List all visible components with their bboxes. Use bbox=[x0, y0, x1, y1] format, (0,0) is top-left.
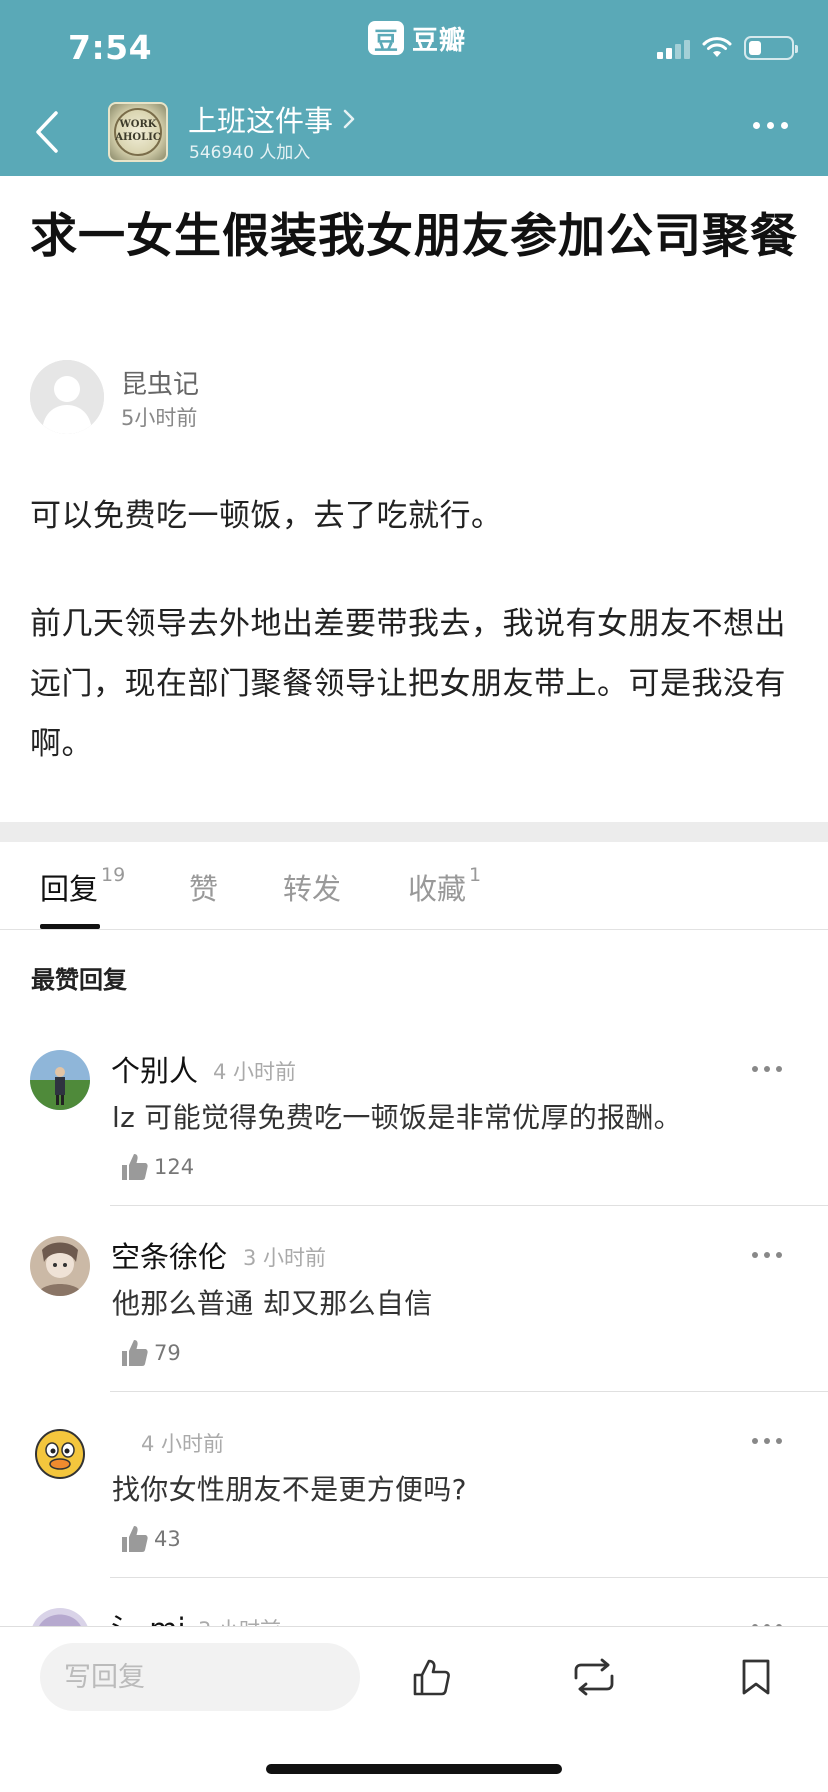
thumbs-up-icon bbox=[122, 1154, 148, 1180]
douban-logo-icon: 豆 bbox=[368, 21, 404, 55]
thumbs-up-outline-icon bbox=[413, 1659, 450, 1696]
bookmark-button[interactable] bbox=[730, 1651, 782, 1703]
reshare-button[interactable] bbox=[568, 1651, 620, 1703]
cellular-signal-icon bbox=[657, 37, 690, 59]
tab-reshares[interactable]: 转发 bbox=[283, 866, 344, 908]
more-options-button[interactable] bbox=[753, 122, 788, 129]
comment-divider bbox=[110, 1391, 828, 1392]
comment-time: 4 小时前 bbox=[141, 1432, 225, 1456]
comment-divider bbox=[110, 1577, 828, 1578]
home-indicator bbox=[266, 1764, 562, 1774]
tab-likes[interactable]: 赞 bbox=[189, 866, 221, 908]
author-avatar[interactable] bbox=[30, 360, 104, 434]
section-divider bbox=[0, 822, 828, 842]
commenter-name[interactable]: 个别人 bbox=[111, 1048, 198, 1090]
comment-text: 他那么普通 却又那么自信 bbox=[112, 1287, 433, 1320]
comment-more-button[interactable] bbox=[752, 1252, 782, 1258]
post-paragraph: 可以免费吃一顿饭，去了吃就行。 bbox=[30, 498, 503, 534]
reply-input[interactable] bbox=[40, 1643, 360, 1711]
thumbs-up-icon bbox=[122, 1340, 148, 1366]
chevron-right-icon bbox=[343, 109, 355, 129]
app-brand: 豆 豆瓣 bbox=[368, 20, 466, 56]
top-replies-heading: 最赞回复 bbox=[31, 966, 127, 994]
back-button[interactable] bbox=[22, 104, 72, 160]
comment-like-button[interactable]: 43 bbox=[120, 1524, 181, 1554]
group-name: 上班这件事 bbox=[188, 104, 334, 138]
status-icons bbox=[657, 36, 798, 60]
group-logo[interactable]: WORK AHOLIC bbox=[108, 102, 168, 162]
commenter-avatar[interactable] bbox=[30, 1236, 90, 1296]
status-time: 7:54 bbox=[68, 28, 153, 67]
reaction-tabs: 回复 19 赞 转发 收藏 1 bbox=[0, 842, 828, 930]
thumbs-up-icon bbox=[122, 1526, 148, 1552]
post-paragraph: 前几天领导去外地出差要带我去，我说有女朋友不想出远门，现在部门聚餐领导让把女朋友… bbox=[30, 606, 786, 762]
like-count: 79 bbox=[154, 1341, 181, 1365]
tab-replies[interactable]: 回复 19 bbox=[40, 864, 125, 908]
comment-text: 找你女性朋友不是更方便吗? bbox=[112, 1473, 467, 1506]
default-user-icon bbox=[30, 360, 104, 434]
author-name[interactable]: 昆虫记 bbox=[121, 364, 199, 401]
comment-divider bbox=[110, 1205, 828, 1206]
comment-more-button[interactable] bbox=[752, 1066, 782, 1072]
battery-icon bbox=[744, 36, 798, 60]
wifi-icon bbox=[702, 37, 732, 57]
comment-item: 空条徐伦 3 小时前 他那么普通 却又那么自信 79 bbox=[0, 1236, 828, 1422]
comment-more-button[interactable] bbox=[752, 1438, 782, 1444]
bookmark-icon bbox=[742, 1659, 770, 1695]
commenter-name[interactable]: 空条徐伦 bbox=[111, 1234, 227, 1276]
post-time: 5小时前 bbox=[121, 406, 198, 430]
group-member-count: 546940 人加入 bbox=[189, 143, 311, 163]
post-title: 求一女生假装我女朋友参加公司聚餐 bbox=[30, 209, 798, 264]
brand-name: 豆瓣 bbox=[412, 25, 467, 56]
comment-time: 3 小时前 bbox=[243, 1246, 327, 1270]
comment-like-button[interactable]: 124 bbox=[120, 1152, 194, 1182]
comment-item: 个别人 4 小时前 lz 可能觉得免费吃一顿饭是非常优厚的报酬。 124 bbox=[0, 1050, 828, 1236]
repost-icon bbox=[574, 1658, 614, 1696]
like-count: 124 bbox=[154, 1155, 195, 1179]
comment-time: 4 小时前 bbox=[213, 1060, 297, 1084]
group-title-link[interactable]: 上班这件事 bbox=[188, 98, 355, 140]
active-tab-indicator bbox=[40, 924, 100, 929]
comment-like-button[interactable]: 79 bbox=[120, 1338, 181, 1368]
battery-level bbox=[749, 41, 761, 55]
like-count: 43 bbox=[154, 1527, 181, 1551]
tab-collections[interactable]: 收藏 1 bbox=[408, 864, 481, 908]
commenter-avatar[interactable] bbox=[30, 1422, 90, 1482]
post-body: 可以免费吃一顿饭，去了吃就行。 前几天领导去外地出差要带我去，我说有女朋友不想出… bbox=[30, 486, 802, 774]
comment-item: 4 小时前 找你女性朋友不是更方便吗? 43 bbox=[0, 1422, 828, 1608]
comment-text: lz 可能觉得免费吃一顿饭是非常优厚的报酬。 bbox=[112, 1101, 682, 1134]
top-header: 7:54 豆 豆瓣 WORK AHOLIC 上班这件事 546940 人加入 bbox=[0, 0, 828, 176]
like-post-button[interactable] bbox=[405, 1651, 457, 1703]
commenter-avatar[interactable] bbox=[30, 1050, 90, 1110]
chevron-left-icon bbox=[36, 111, 58, 153]
